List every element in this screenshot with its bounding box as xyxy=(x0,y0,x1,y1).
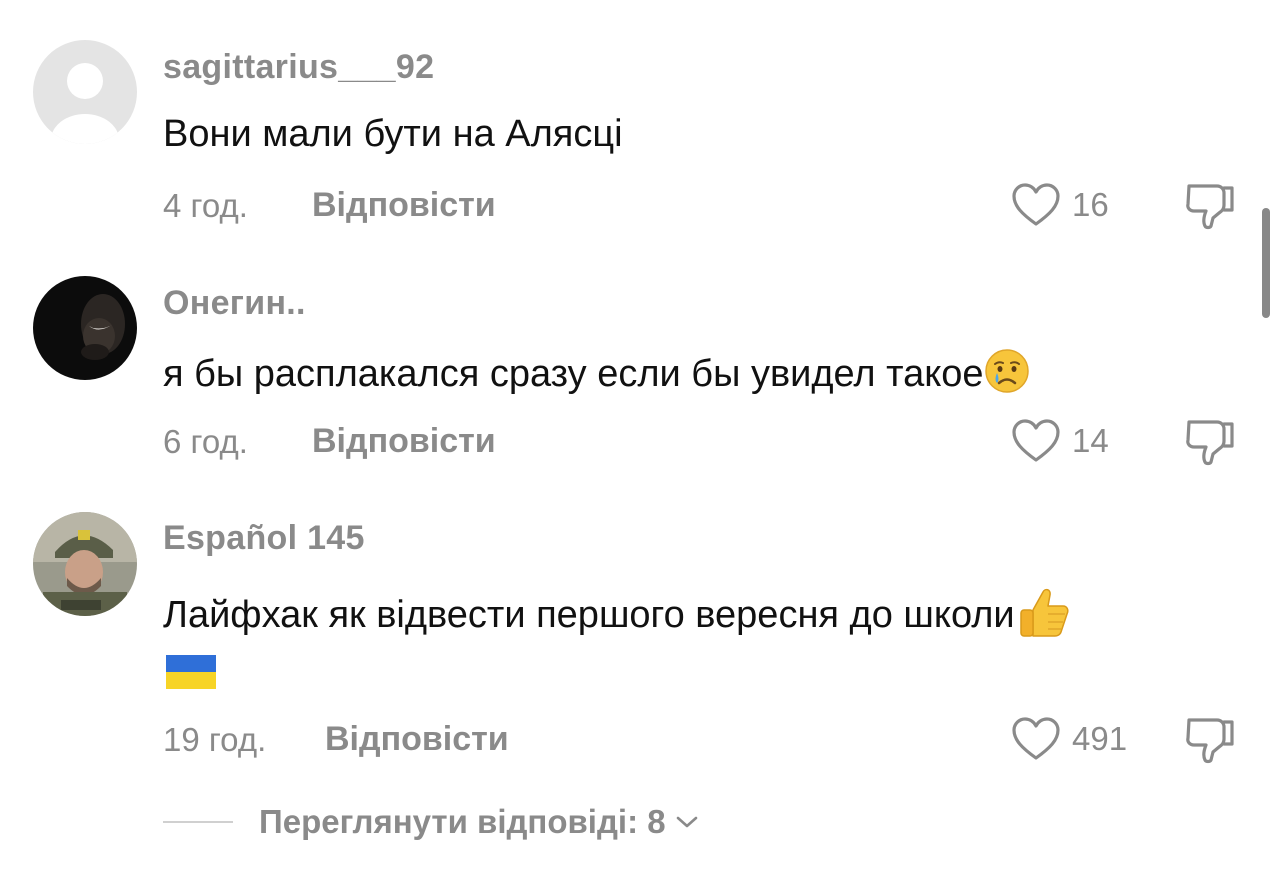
comment-text-content: Лайфхак як відвести першого вересня до ш… xyxy=(163,594,1015,637)
view-replies-button[interactable]: Переглянути відповіді: 8 xyxy=(163,796,700,848)
crying-face-icon xyxy=(984,348,1030,404)
comment-text-content: я бы расплакался сразу если бы увидел та… xyxy=(163,353,984,396)
reply-button[interactable]: Відповісти xyxy=(325,720,509,759)
thumbs-up-icon xyxy=(1015,584,1071,650)
soldier-portrait xyxy=(33,512,137,616)
comment-text: Лайфхак як відвести першого вересня до ш… xyxy=(163,584,1071,650)
heart-icon xyxy=(1012,183,1060,226)
like-button[interactable]: 16 xyxy=(1010,180,1109,230)
like-count: 16 xyxy=(1072,186,1109,223)
comment-time: 19 год. xyxy=(163,721,267,758)
avatar[interactable] xyxy=(33,40,137,144)
avatar[interactable] xyxy=(33,276,137,380)
divider-line xyxy=(163,821,233,823)
dark-portrait xyxy=(33,276,137,380)
chevron-down-icon xyxy=(676,816,697,828)
like-count: 491 xyxy=(1072,720,1128,757)
comments-screen: sagittarius___92 Вони мали бути на Алясц… xyxy=(0,0,1280,871)
heart-icon xyxy=(1012,717,1060,760)
heart-icon xyxy=(1012,419,1060,462)
comment-text: я бы расплакался сразу если бы увидел та… xyxy=(163,348,1030,404)
comment-time: 4 год. xyxy=(163,187,248,224)
like-button[interactable]: 14 xyxy=(1010,416,1109,466)
reply-button[interactable]: Відповісти xyxy=(312,422,496,461)
thumbs-down-icon xyxy=(1186,718,1234,764)
ukraine-flag-icon xyxy=(166,655,216,694)
thumbs-down-icon xyxy=(1186,184,1234,230)
thumbs-down-icon xyxy=(1186,420,1234,466)
like-button[interactable]: 491 xyxy=(1010,714,1127,764)
dislike-button[interactable] xyxy=(1184,180,1238,235)
reply-button[interactable]: Відповісти xyxy=(312,186,496,225)
dislike-button[interactable] xyxy=(1184,416,1238,471)
view-replies-label: Переглянути відповіді: 8 xyxy=(259,803,666,840)
username[interactable]: sagittarius___92 xyxy=(163,48,434,87)
username[interactable]: Онегин.. xyxy=(163,284,306,323)
dislike-button[interactable] xyxy=(1184,714,1238,769)
comment-time: 6 год. xyxy=(163,423,248,460)
scrollbar[interactable] xyxy=(1262,208,1270,318)
avatar[interactable] xyxy=(33,512,137,616)
comment-text: Вони мали бути на Алясці xyxy=(163,113,623,155)
like-count: 14 xyxy=(1072,422,1109,459)
username[interactable]: Español 145 xyxy=(163,519,365,558)
default-avatar-icon xyxy=(33,40,137,144)
